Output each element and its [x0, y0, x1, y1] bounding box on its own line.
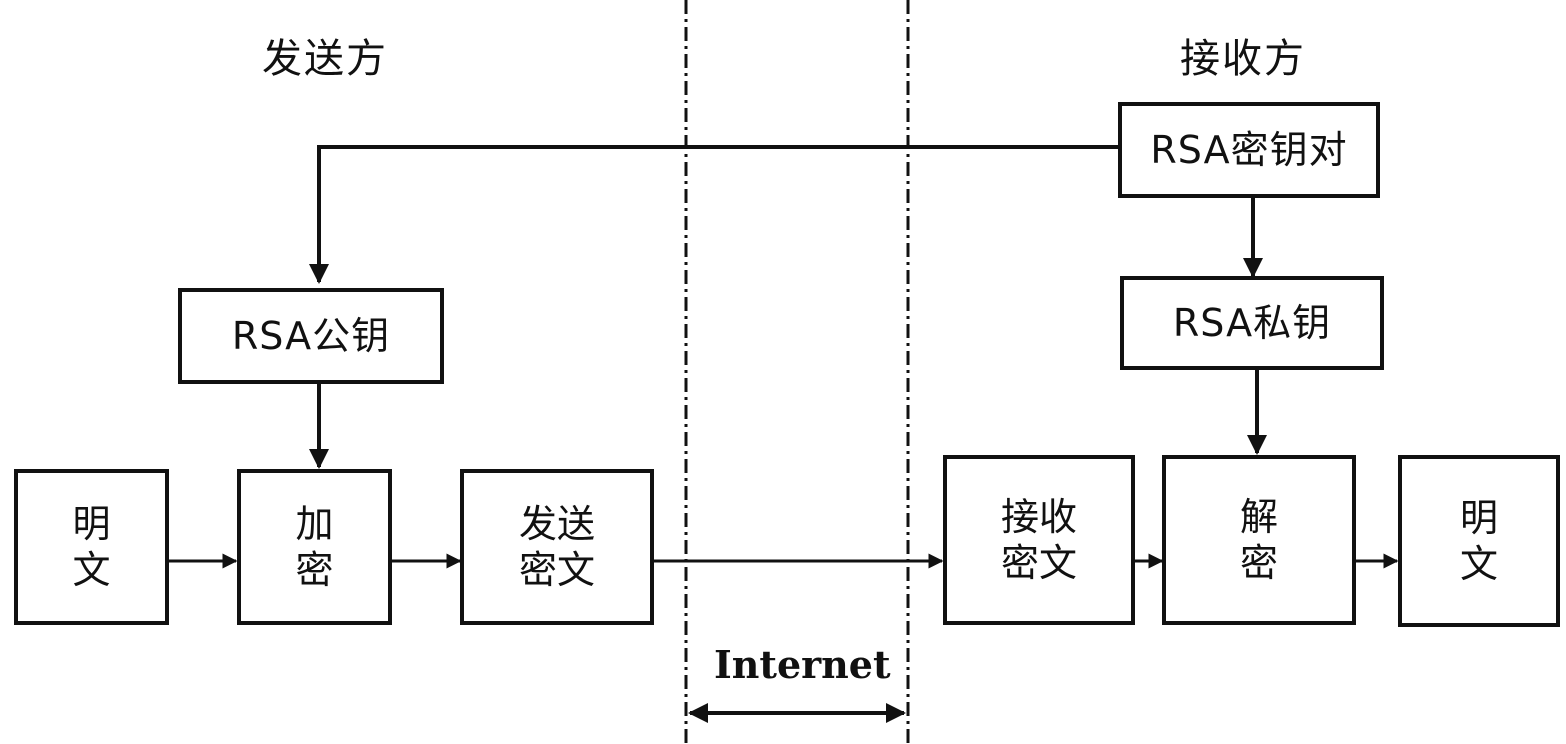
plaintext-input-box: 明 文 [14, 469, 169, 625]
rsa-private-key-box: RSA私钥 [1120, 276, 1384, 370]
encrypt-line-2: 密 [295, 548, 334, 592]
rsa-public-key-box: RSA公钥 [178, 288, 444, 384]
plaintext-output-line-2: 文 [1459, 542, 1498, 586]
receive-ciphertext-line-2: 密文 [1000, 541, 1077, 585]
encrypt-line-1: 加 [295, 502, 334, 546]
send-ciphertext-line-2: 密文 [518, 548, 595, 592]
internet-label: Internet [714, 642, 891, 687]
decrypt-box: 解 密 [1162, 455, 1356, 625]
send-ciphertext-box: 发送 密文 [460, 469, 654, 625]
rsa-key-pair-label: RSA密钥对 [1150, 128, 1348, 172]
plaintext-input-line-2: 文 [72, 548, 111, 592]
decrypt-line-2: 密 [1239, 541, 1278, 585]
sender-heading: 发送方 [262, 36, 388, 82]
decrypt-line-1: 解 [1239, 495, 1278, 539]
rsa-private-key-label: RSA私钥 [1172, 301, 1332, 345]
plaintext-output-line-1: 明 [1459, 496, 1498, 540]
receiver-heading: 接收方 [1180, 36, 1306, 82]
rsa-public-key-label: RSA公钥 [231, 314, 391, 358]
plaintext-output-box: 明 文 [1398, 455, 1560, 627]
rsa-encryption-flow-diagram: 发送方 接收方 RSA密钥对 RSA公钥 RSA私钥 明 文 加 密 发送 密文… [0, 0, 1566, 744]
receive-ciphertext-line-1: 接收 [1000, 495, 1077, 539]
key-pair-to-public-key-arrow [309, 145, 1120, 284]
receive-ciphertext-box: 接收 密文 [943, 455, 1135, 625]
send-ciphertext-line-1: 发送 [518, 502, 595, 546]
plaintext-input-line-1: 明 [72, 502, 111, 546]
rsa-key-pair-box: RSA密钥对 [1118, 102, 1380, 198]
encrypt-box: 加 密 [237, 469, 392, 625]
